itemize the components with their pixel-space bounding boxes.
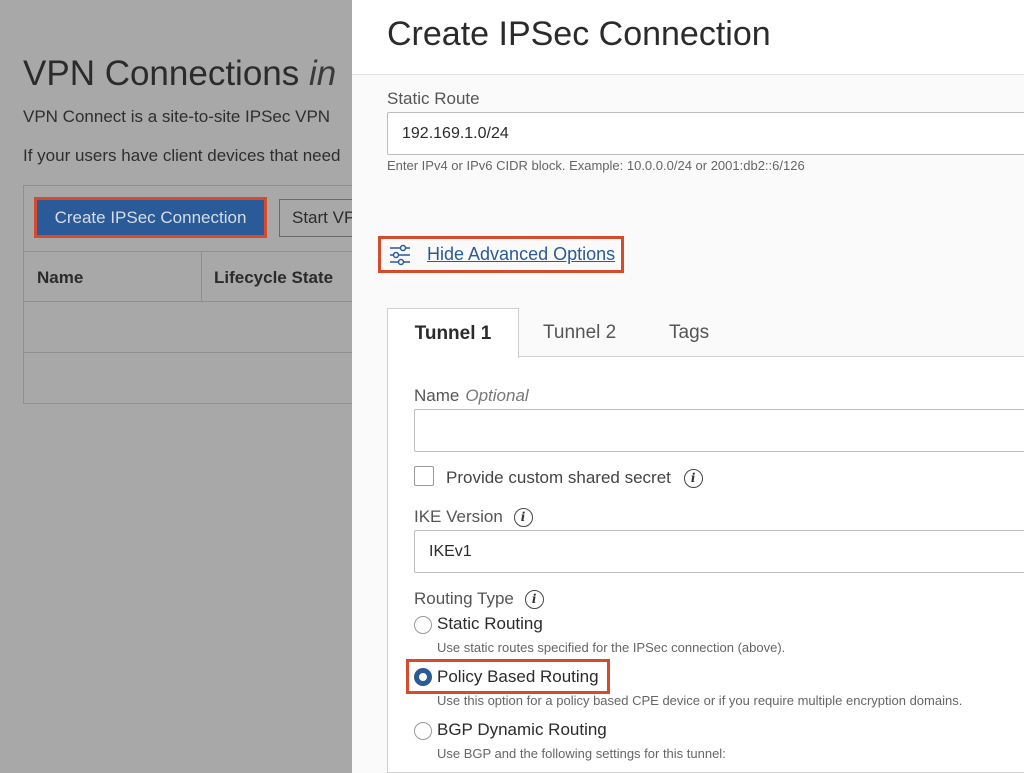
column-header-name[interactable]: Name — [37, 268, 83, 288]
custom-secret-label: Provide custom shared secret i — [446, 468, 703, 488]
column-divider — [201, 252, 202, 302]
tab-tags[interactable]: Tags — [669, 322, 709, 344]
routing-type-label: Routing Type i — [414, 589, 544, 609]
bgp-dynamic-routing-label[interactable]: BGP Dynamic Routing — [437, 720, 607, 740]
optional-label: Optional — [465, 386, 528, 405]
table-row — [24, 353, 362, 404]
table-header: Name Lifecycle State — [24, 252, 362, 302]
table-row — [24, 302, 362, 353]
tab-tunnel-1[interactable]: Tunnel 1 — [387, 308, 519, 358]
policy-based-routing-radio[interactable] — [414, 668, 432, 686]
custom-secret-checkbox[interactable] — [414, 466, 434, 486]
panel-title: Create IPSec Connection — [387, 15, 771, 54]
hide-advanced-options-link[interactable]: Hide Advanced Options — [427, 244, 615, 265]
static-route-input[interactable]: 192.169.1.0/24 — [387, 112, 1024, 155]
create-ipsec-connection-button[interactable]: Create IPSec Connection — [34, 197, 267, 238]
page-description: VPN Connect is a site-to-site IPSec VPN — [23, 107, 330, 127]
sliders-icon — [389, 244, 411, 266]
bgp-dynamic-routing-radio[interactable] — [414, 722, 432, 740]
name-label: NameOptional — [414, 386, 529, 406]
static-route-hint: Enter IPv4 or IPv6 CIDR block. Example: … — [387, 158, 805, 173]
panel-header: Create IPSec Connection — [352, 0, 1024, 75]
static-routing-hint: Use static routes specified for the IPSe… — [437, 640, 785, 655]
page-title: VPN Connections in — [23, 54, 336, 94]
hide-advanced-options-toggle[interactable]: Hide Advanced Options — [378, 236, 624, 273]
bgp-dynamic-routing-hint: Use BGP and the following settings for t… — [437, 746, 726, 761]
connections-table: Create IPSec Connection Start VP Name Li… — [23, 185, 363, 404]
tab-tunnel-2[interactable]: Tunnel 2 — [543, 322, 616, 344]
ike-version-label: IKE Version i — [414, 507, 533, 527]
static-routing-label[interactable]: Static Routing — [437, 614, 543, 634]
tunnel-name-input[interactable] — [414, 409, 1024, 452]
table-toolbar: Create IPSec Connection Start VP — [24, 186, 362, 252]
info-icon[interactable]: i — [525, 590, 544, 609]
page-description-client: If your users have client devices that n… — [23, 146, 341, 166]
info-icon[interactable]: i — [514, 508, 533, 527]
static-route-label: Static Route — [387, 89, 480, 109]
column-header-lifecycle-state[interactable]: Lifecycle State — [214, 268, 333, 288]
policy-based-routing-label[interactable]: Policy Based Routing — [437, 667, 599, 687]
info-icon[interactable]: i — [684, 469, 703, 488]
static-routing-radio[interactable] — [414, 616, 432, 634]
ike-version-select[interactable]: IKEv1 — [414, 530, 1024, 573]
policy-based-routing-hint: Use this option for a policy based CPE d… — [437, 693, 962, 708]
